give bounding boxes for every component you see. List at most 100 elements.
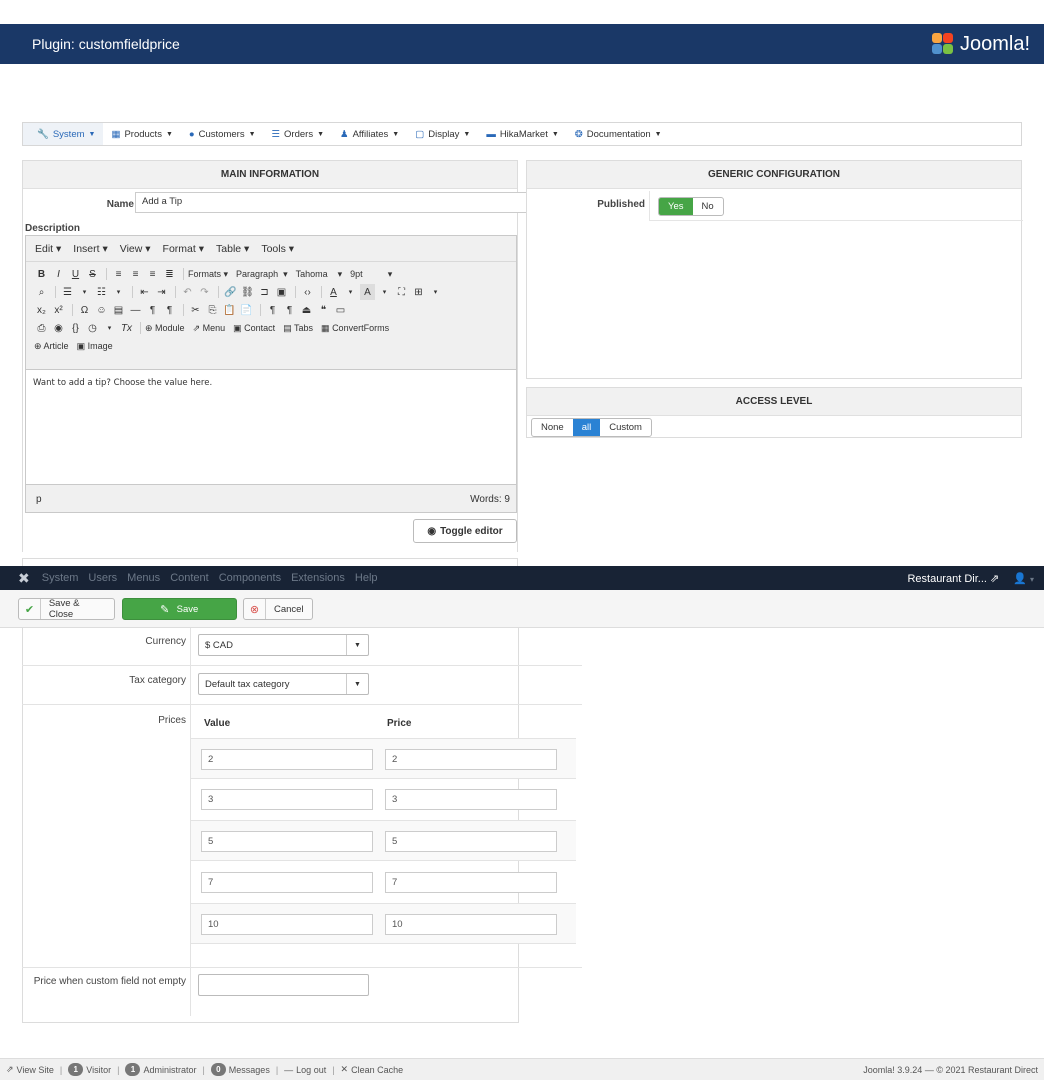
- blockquote-icon[interactable]: ❝: [316, 302, 331, 318]
- cut-icon[interactable]: ✂: [188, 302, 203, 318]
- tabs-button[interactable]: ▤ Tabs: [283, 323, 313, 334]
- menu-products[interactable]: ▦ Products ▼: [103, 123, 180, 145]
- link-icon[interactable]: 🔗: [223, 284, 238, 300]
- chevron-down-icon[interactable]: ▾: [102, 320, 117, 336]
- template-icon[interactable]: ▭: [333, 302, 348, 318]
- price-input[interactable]: 10: [385, 914, 557, 935]
- menu-documentation[interactable]: ❂ Documentation ▼: [567, 123, 670, 145]
- text-color-icon[interactable]: A: [326, 284, 341, 300]
- custom-field-price-input[interactable]: [198, 974, 369, 996]
- editor-menu-view[interactable]: View ▾: [120, 243, 151, 255]
- align-right-icon[interactable]: ≡: [145, 266, 160, 282]
- value-input[interactable]: 2: [201, 749, 373, 770]
- menu-affiliates[interactable]: ♟ Affiliates ▼: [332, 123, 407, 145]
- messages-count[interactable]: 0 Messages: [210, 1063, 270, 1076]
- font-size-dropdown[interactable]: 9pt ▾: [350, 269, 392, 280]
- price-input[interactable]: 3: [385, 789, 557, 810]
- published-yes-button[interactable]: Yes: [659, 198, 693, 215]
- paste-icon[interactable]: 📋: [222, 302, 237, 318]
- access-all-button[interactable]: all: [572, 419, 601, 436]
- preview-icon[interactable]: ◉: [51, 320, 66, 336]
- strikethrough-icon[interactable]: S: [85, 266, 100, 282]
- chevron-down-icon[interactable]: ▾: [377, 284, 392, 300]
- tax-category-select[interactable]: Default tax category ▼: [198, 673, 369, 695]
- align-center-icon[interactable]: ≡: [128, 266, 143, 282]
- underline-icon[interactable]: U: [68, 266, 83, 282]
- admin-nav-components[interactable]: Components: [219, 572, 281, 584]
- fullscreen-icon[interactable]: ⛶: [394, 284, 409, 300]
- admin-nav-extensions[interactable]: Extensions: [291, 572, 345, 584]
- align-left-icon[interactable]: ≡: [111, 266, 126, 282]
- editor-menu-format[interactable]: Format ▾: [163, 243, 204, 255]
- show-blocks-icon[interactable]: ¶: [265, 302, 280, 318]
- value-input[interactable]: 7: [201, 872, 373, 893]
- clear-formatting-icon[interactable]: Tx: [119, 320, 134, 336]
- image-icon[interactable]: ▣: [274, 284, 289, 300]
- value-input[interactable]: 10: [201, 914, 373, 935]
- administrator-count[interactable]: 1 Administrator: [125, 1063, 196, 1076]
- emoticon-icon[interactable]: ☺: [94, 302, 109, 318]
- price-input[interactable]: 7: [385, 872, 557, 893]
- table-icon[interactable]: ⊞: [411, 284, 426, 300]
- article-button[interactable]: ⊕ Article: [34, 341, 69, 352]
- bold-icon[interactable]: B: [34, 266, 49, 282]
- variables-icon[interactable]: {}: [68, 320, 83, 336]
- menu-display[interactable]: ▢ Display ▼: [407, 123, 478, 145]
- cancel-button[interactable]: ⊗ Cancel: [243, 598, 313, 620]
- indent-icon[interactable]: ⇥: [154, 284, 169, 300]
- chevron-down-icon[interactable]: ▾: [111, 284, 126, 300]
- joomla-icon[interactable]: ✖: [18, 570, 30, 587]
- print-icon[interactable]: ⎙: [34, 320, 49, 336]
- price-input[interactable]: 2: [385, 749, 557, 770]
- bullet-list-icon[interactable]: ☰: [60, 284, 75, 300]
- logout-link[interactable]: — Log out: [284, 1065, 326, 1075]
- paragraph-dropdown[interactable]: Paragraph ▾: [236, 269, 288, 280]
- subscript-icon[interactable]: x₂: [34, 302, 49, 318]
- align-justify-icon[interactable]: ≣: [162, 266, 177, 282]
- access-none-button[interactable]: None: [532, 419, 573, 436]
- redo-icon[interactable]: ↷: [197, 284, 212, 300]
- menu-system[interactable]: 🔧 System ▼: [23, 123, 104, 145]
- menu-orders[interactable]: ☰ Orders ▼: [264, 123, 333, 145]
- save-button[interactable]: ✎ Save: [122, 598, 237, 620]
- formats-dropdown[interactable]: Formats ▾: [188, 269, 228, 280]
- undo-icon[interactable]: ↶: [180, 284, 195, 300]
- name-input[interactable]: Add a Tip: [135, 192, 527, 213]
- contact-button[interactable]: ▣ Contact: [233, 323, 275, 334]
- user-menu-icon[interactable]: 👤 ▾: [1013, 572, 1034, 585]
- access-custom-button[interactable]: Custom: [600, 419, 651, 436]
- image-button[interactable]: ▣ Image: [77, 341, 113, 352]
- media-icon[interactable]: ▤: [111, 302, 126, 318]
- editor-menu-edit[interactable]: Edit ▾: [35, 243, 61, 255]
- editor-menu-tools[interactable]: Tools ▾: [261, 243, 294, 255]
- find-replace-icon[interactable]: ⌕: [34, 284, 49, 300]
- special-character-icon[interactable]: Ω: [77, 302, 92, 318]
- admin-nav-users[interactable]: Users: [88, 572, 117, 584]
- copy-icon[interactable]: ⎘: [205, 302, 220, 318]
- rtl-icon[interactable]: ¶: [162, 302, 177, 318]
- view-site-link[interactable]: ⇗ View Site: [6, 1064, 54, 1075]
- currency-select[interactable]: $ CAD ▼: [198, 634, 369, 656]
- editor-content-area[interactable]: Want to add a tip? Choose the value here…: [26, 369, 516, 485]
- italic-icon[interactable]: I: [51, 266, 66, 282]
- clean-cache-link[interactable]: ✕ Clean Cache: [341, 1064, 404, 1075]
- module-button[interactable]: ⊕ Module: [145, 323, 185, 334]
- background-color-icon[interactable]: A: [360, 284, 375, 300]
- save-close-button[interactable]: ✔ Save & Close: [18, 598, 115, 620]
- admin-nav-help[interactable]: Help: [355, 572, 378, 584]
- admin-nav-system[interactable]: System: [42, 572, 79, 584]
- published-no-button[interactable]: No: [693, 198, 723, 215]
- font-family-dropdown[interactable]: Tahoma ▾: [296, 269, 343, 280]
- admin-nav-menus[interactable]: Menus: [127, 572, 160, 584]
- editor-menu-table[interactable]: Table ▾: [216, 243, 249, 255]
- upload-icon[interactable]: ⏏: [299, 302, 314, 318]
- visual-chars-icon[interactable]: ¶: [282, 302, 297, 318]
- editor-menu-insert[interactable]: Insert ▾: [73, 243, 107, 255]
- ltr-icon[interactable]: ¶: [145, 302, 160, 318]
- menu-hikamarket[interactable]: ▬ HikaMarket ▼: [478, 123, 566, 145]
- toggle-editor-button[interactable]: ◉ Toggle editor: [413, 519, 517, 543]
- visitor-count[interactable]: 1 Visitor: [68, 1063, 111, 1076]
- numbered-list-icon[interactable]: ☷: [94, 284, 109, 300]
- code-icon[interactable]: ‹›: [300, 284, 315, 300]
- horizontal-rule-icon[interactable]: —: [128, 302, 143, 318]
